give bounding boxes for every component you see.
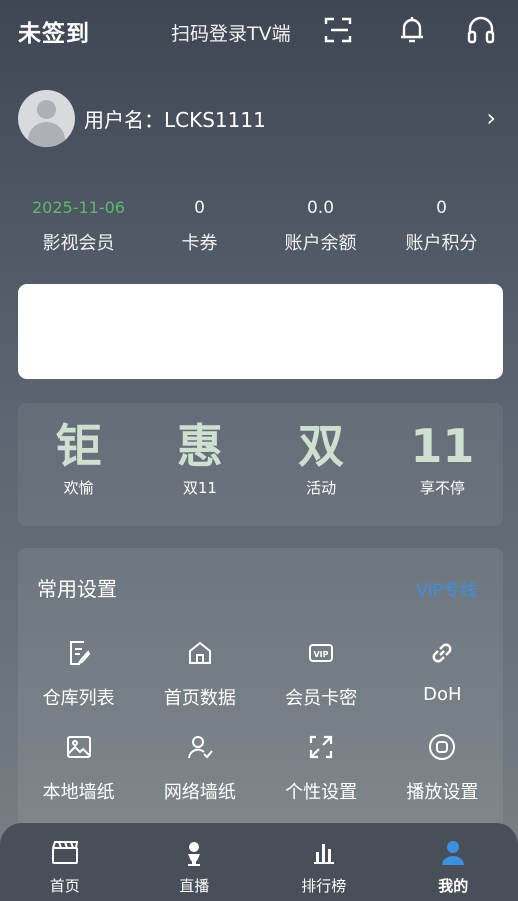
- tab-label: 排行榜: [301, 877, 347, 895]
- setting-repo-list[interactable]: 仓库列表: [18, 638, 139, 710]
- promo-glyph: 钜: [55, 419, 102, 473]
- setting-label: 本地墙纸: [42, 782, 115, 803]
- stat-coupons[interactable]: 0 卡券: [139, 195, 260, 255]
- expand-icon: [310, 735, 333, 759]
- username: 用户名：LCKS1111: [84, 107, 266, 132]
- bell-icon[interactable]: [395, 13, 429, 47]
- stat-label: 卡券: [181, 233, 218, 254]
- vip-card-icon: VIP: [309, 644, 334, 662]
- vip-expiry-date: 2025-11-06: [32, 198, 125, 217]
- headset-icon[interactable]: [464, 13, 498, 47]
- avatar[interactable]: [18, 89, 75, 147]
- edit-doc-icon: [69, 641, 90, 665]
- setting-home-data[interactable]: 首页数据: [139, 638, 260, 710]
- promo-glyph: 惠: [176, 419, 223, 473]
- stat-value: 0: [194, 198, 205, 218]
- person-icon: [442, 841, 465, 865]
- svg-text:VIP: VIP: [314, 650, 329, 659]
- tab-live[interactable]: 直播: [130, 823, 260, 901]
- bar-chart-icon: [313, 844, 334, 864]
- stat-label: 影视会员: [42, 233, 115, 254]
- promo-label: 双11: [182, 479, 217, 497]
- promo-label: 享不停: [419, 479, 465, 497]
- scan-login-tv-link[interactable]: 扫码登录TV端: [171, 19, 291, 46]
- home-icon: [188, 641, 211, 664]
- link-icon: [432, 643, 452, 663]
- settings-title: 常用设置: [37, 577, 117, 601]
- promo-label: 活动: [306, 479, 337, 497]
- stat-label: 账户余额: [284, 233, 357, 254]
- promo-banner[interactable]: 钜 欢愉 惠 双11 双 活动 11 享不停: [18, 403, 503, 526]
- tab-mine[interactable]: 我的: [389, 823, 518, 901]
- account-stats: 2025-11-06 影视会员 0 卡券 0.0 账户余额 0 账户积分: [18, 195, 502, 255]
- setting-playback[interactable]: 播放设置: [382, 732, 503, 804]
- promo-item: 钜 欢愉: [18, 403, 139, 526]
- setting-label: 个性设置: [285, 782, 358, 803]
- top-bar: 未签到 扫码登录TV端: [0, 0, 518, 64]
- promo-item: 双 活动: [261, 403, 382, 526]
- setting-label: 会员卡密: [285, 688, 358, 709]
- promo-glyph: 11: [410, 419, 475, 473]
- setting-label: 首页数据: [163, 688, 236, 709]
- user-profile-row[interactable]: 用户名：LCKS1111 ›: [18, 88, 502, 148]
- stat-vip[interactable]: 2025-11-06 影视会员: [18, 195, 139, 255]
- setting-label: 播放设置: [406, 782, 479, 803]
- banner-card[interactable]: [18, 284, 503, 379]
- live-icon: [188, 842, 201, 866]
- setting-personalize[interactable]: 个性设置: [261, 732, 382, 804]
- tab-label: 我的: [438, 877, 469, 895]
- tab-home[interactable]: 首页: [0, 823, 130, 901]
- setting-label: 网络墙纸: [163, 782, 236, 803]
- stat-balance[interactable]: 0.0 账户余额: [260, 195, 381, 255]
- promo-label: 欢愉: [63, 479, 94, 497]
- sign-in-status[interactable]: 未签到: [18, 14, 90, 48]
- setting-net-wallpaper[interactable]: 网络墙纸: [139, 732, 260, 804]
- setting-vip-card[interactable]: VIP 会员卡密: [261, 638, 382, 710]
- tab-label: 首页: [49, 877, 80, 895]
- tab-ranking[interactable]: 排行榜: [259, 823, 389, 901]
- image-icon: [66, 736, 91, 758]
- stat-label: 账户积分: [405, 233, 478, 254]
- bottom-tab-bar: 首页 直播 排行榜 我的: [0, 823, 518, 901]
- chevron-right-icon[interactable]: ›: [486, 104, 496, 132]
- tab-label: 直播: [179, 877, 210, 895]
- user-check-icon: [187, 736, 213, 759]
- stat-value: 0.0: [306, 198, 335, 218]
- settings-grid: 仓库列表 首页数据 VIP 会员卡密 DoH 本地墙纸 网络墙纸 个性设置 播放…: [18, 638, 503, 804]
- stat-points[interactable]: 0 账户积分: [381, 195, 502, 255]
- promo-item: 11 享不停: [382, 403, 503, 526]
- record-icon: [429, 734, 456, 760]
- common-settings-card: 常用设置 VIP专线 仓库列表 首页数据 VIP 会员卡密 DoH 本地墙纸 网…: [18, 548, 503, 848]
- scan-icon[interactable]: [321, 13, 355, 47]
- setting-label: DoH: [423, 684, 462, 705]
- vip-line-link[interactable]: VIP专线: [416, 576, 477, 601]
- promo-glyph: 双: [298, 419, 345, 473]
- setting-doh[interactable]: DoH: [382, 638, 503, 710]
- setting-local-wallpaper[interactable]: 本地墙纸: [18, 732, 139, 804]
- setting-label: 仓库列表: [42, 688, 115, 709]
- stat-value: 0: [436, 198, 447, 218]
- promo-item: 惠 双11: [139, 403, 260, 526]
- clapperboard-icon: [51, 841, 78, 864]
